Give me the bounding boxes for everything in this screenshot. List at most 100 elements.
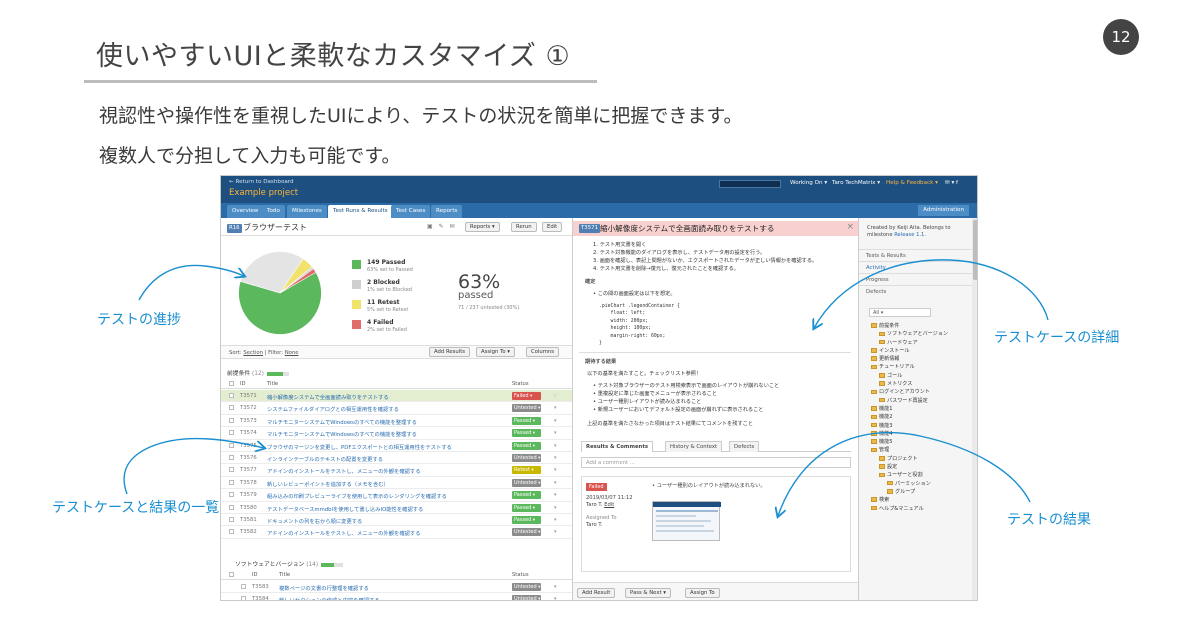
row-id[interactable]: T3579 — [240, 492, 257, 498]
add-result-button[interactable]: Add Result — [577, 588, 616, 598]
tree-item[interactable]: メトリクス — [859, 380, 977, 388]
table-row[interactable]: T3572 システムファイルダイアログとの相互運用性を確認する Untested ▾ — [221, 402, 572, 415]
chevron-icon[interactable]: ▾ — [554, 467, 557, 473]
row-id[interactable]: T3576 — [240, 455, 257, 461]
row-title-link[interactable]: 複数ページの文書の行整理を確認する — [279, 584, 369, 592]
table-row[interactable]: T3579 組み込みの印刷プレビューライブを使用して表示のレンダリングを確認する P… — [221, 489, 572, 502]
close-icon[interactable]: × — [846, 222, 854, 232]
row-checkbox[interactable] — [229, 492, 234, 498]
chevron-icon[interactable]: ‹ — [554, 393, 556, 399]
tab-test-cases[interactable]: Test Cases — [391, 205, 431, 218]
run-toolbar-icons[interactable]: ▣ ✎ ✉ — [427, 223, 457, 230]
reports-button[interactable]: Reports ▾ — [465, 222, 500, 232]
row-title-link[interactable]: 縮小解像度システムで全画面読み取りをテストする — [267, 393, 389, 401]
row-status-dropdown[interactable]: Passed — [512, 416, 541, 425]
select-all-checkbox[interactable] — [229, 572, 234, 577]
row-checkbox[interactable] — [229, 504, 234, 510]
row-status-dropdown[interactable]: Passed — [512, 441, 541, 450]
pass-next-button[interactable]: Pass & Next ▾ — [625, 588, 671, 598]
tab-reports[interactable]: Reports — [431, 205, 463, 218]
assign-to-result-button[interactable]: Assign To — [685, 588, 720, 598]
project-name[interactable]: Example project — [229, 188, 298, 198]
row-checkbox[interactable] — [229, 479, 234, 485]
row-status-dropdown[interactable]: Failed — [512, 392, 541, 400]
chevron-icon[interactable]: ▾ — [554, 596, 557, 600]
scrollbar-thumb[interactable] — [973, 220, 977, 280]
row-checkbox[interactable] — [229, 417, 234, 423]
tree-item[interactable]: チュートリアル — [859, 363, 977, 371]
row-title-link[interactable]: ブラウザのマージンを変更し、PDFエクスポートとの相互運用性をテストする — [267, 443, 452, 451]
row-id[interactable]: T3571 — [240, 393, 257, 399]
row-id[interactable]: T3573 — [240, 418, 257, 424]
row-checkbox[interactable] — [229, 467, 234, 473]
tab-todo[interactable]: Todo — [262, 205, 285, 218]
row-title-link[interactable]: ドキュメントの列を右から順に変更する — [267, 517, 362, 525]
social-icons[interactable]: ✉ ▾ f — [945, 180, 958, 186]
rerun-button[interactable]: Rerun — [511, 222, 537, 232]
row-id[interactable]: T3583 — [252, 584, 269, 590]
row-id[interactable]: T3577 — [240, 467, 257, 473]
row-title-link[interactable]: 新しいセクションの作成と内容を確認する — [279, 596, 380, 600]
row-checkbox[interactable] — [241, 584, 246, 589]
table-row[interactable]: T3573 マルチモニターシステムでWindowsのすべての機能を整理する Pass… — [221, 415, 572, 428]
select-all-checkbox[interactable] — [229, 381, 234, 386]
row-status-dropdown[interactable]: Untested — [512, 583, 541, 591]
tree-item[interactable]: 機能4 — [859, 430, 977, 438]
row-status-dropdown[interactable]: Untested — [512, 595, 541, 600]
assign-to-button[interactable]: Assign To ▾ — [476, 347, 515, 357]
sidebar-nav-defects[interactable]: Defects — [859, 285, 977, 297]
add-results-button[interactable]: Add Results — [429, 347, 471, 357]
tree-item[interactable]: グループ — [859, 488, 977, 496]
row-title-link[interactable]: 組み込みの印刷プレビューライブを使用して表示のレンダリングを確認する — [267, 492, 447, 500]
chevron-icon[interactable]: ▾ — [554, 517, 557, 523]
scrollbar[interactable] — [972, 218, 977, 600]
tree-item[interactable]: 管理 — [859, 446, 977, 454]
edit-button[interactable]: Edit — [542, 222, 563, 232]
chevron-icon[interactable]: ▾ — [554, 480, 557, 486]
table-row[interactable]: T3582 アドインのインストールをテストし、メニューの外観を確認する Untest… — [221, 526, 572, 539]
chevron-icon[interactable]: ▾ — [554, 405, 557, 411]
row-id[interactable]: T3572 — [240, 405, 257, 411]
row-checkbox[interactable] — [229, 454, 234, 460]
row-status-dropdown[interactable]: Passed — [512, 515, 541, 524]
table-row[interactable]: T3581 ドキュメントの列を右から順に変更する Passed ▾ — [221, 514, 572, 527]
tree-item[interactable]: パスワード再設定 — [859, 397, 977, 405]
tree-item[interactable]: 機能1 — [859, 405, 977, 413]
table-row[interactable]: T3576 インラインテーブルのテキストの配置を変更する Untested ▾ — [221, 452, 572, 465]
tab-overview[interactable]: Overview — [227, 205, 264, 218]
sidebar-nav-progress[interactable]: Progress — [859, 273, 977, 285]
row-title-link[interactable]: 新しいレビューポイントを追加する（メモを含む） — [267, 480, 389, 488]
milestone-link[interactable]: Release 1.1. — [894, 232, 926, 238]
row-title-link[interactable]: アドインのインストールをテストし、メニューの外観を確認する — [267, 529, 421, 537]
tab-administration[interactable]: Administration — [918, 205, 969, 216]
comment-input[interactable]: Add a comment ... — [581, 457, 851, 468]
row-status-dropdown[interactable]: Passed — [512, 429, 541, 438]
row-id[interactable]: T3581 — [240, 517, 257, 523]
row-checkbox[interactable] — [229, 405, 234, 411]
tree-item[interactable]: ユーザーと役割 — [859, 471, 977, 479]
chevron-icon[interactable]: ▾ — [554, 529, 557, 535]
tree-item[interactable]: 設定 — [859, 463, 977, 471]
table-row[interactable]: T3571 縮小解像度システムで全画面読み取りをテストする Failed ‹ — [221, 390, 572, 403]
row-id[interactable]: T3584 — [252, 596, 269, 600]
search-input[interactable] — [719, 180, 781, 188]
tree-item[interactable]: 前提条件 — [859, 322, 977, 330]
chevron-icon[interactable]: ▾ — [554, 455, 557, 461]
tab-test-runs-results[interactable]: Test Runs & Results — [328, 205, 393, 218]
section-filter-select[interactable]: All ▾ — [869, 308, 931, 317]
chevron-icon[interactable]: ▾ — [554, 430, 557, 436]
row-checkbox[interactable] — [229, 393, 234, 398]
help-menu[interactable]: Help & Feedback ▾ — [886, 180, 938, 186]
tree-item[interactable]: ヘルプ&マニュアル — [859, 505, 977, 513]
row-id[interactable]: T3574 — [240, 430, 257, 436]
tree-item[interactable]: ゴール — [859, 372, 977, 380]
user-menu[interactable]: Taro TechMatrix ▾ — [832, 180, 880, 186]
chevron-icon[interactable]: ▾ — [554, 492, 557, 498]
row-status-dropdown[interactable]: Untested — [512, 478, 541, 487]
attachment-screenshot-thumbnail[interactable] — [652, 501, 721, 541]
tree-item[interactable]: 機能2 — [859, 413, 977, 421]
table-row[interactable]: T3575 ブラウザのマージンを変更し、PDFエクスポートとの相互運用性をテストす… — [221, 440, 572, 452]
row-status-dropdown[interactable]: Retest — [512, 466, 541, 475]
tree-item[interactable]: 機能3 — [859, 422, 977, 430]
row-status-dropdown[interactable]: Untested — [512, 528, 541, 537]
